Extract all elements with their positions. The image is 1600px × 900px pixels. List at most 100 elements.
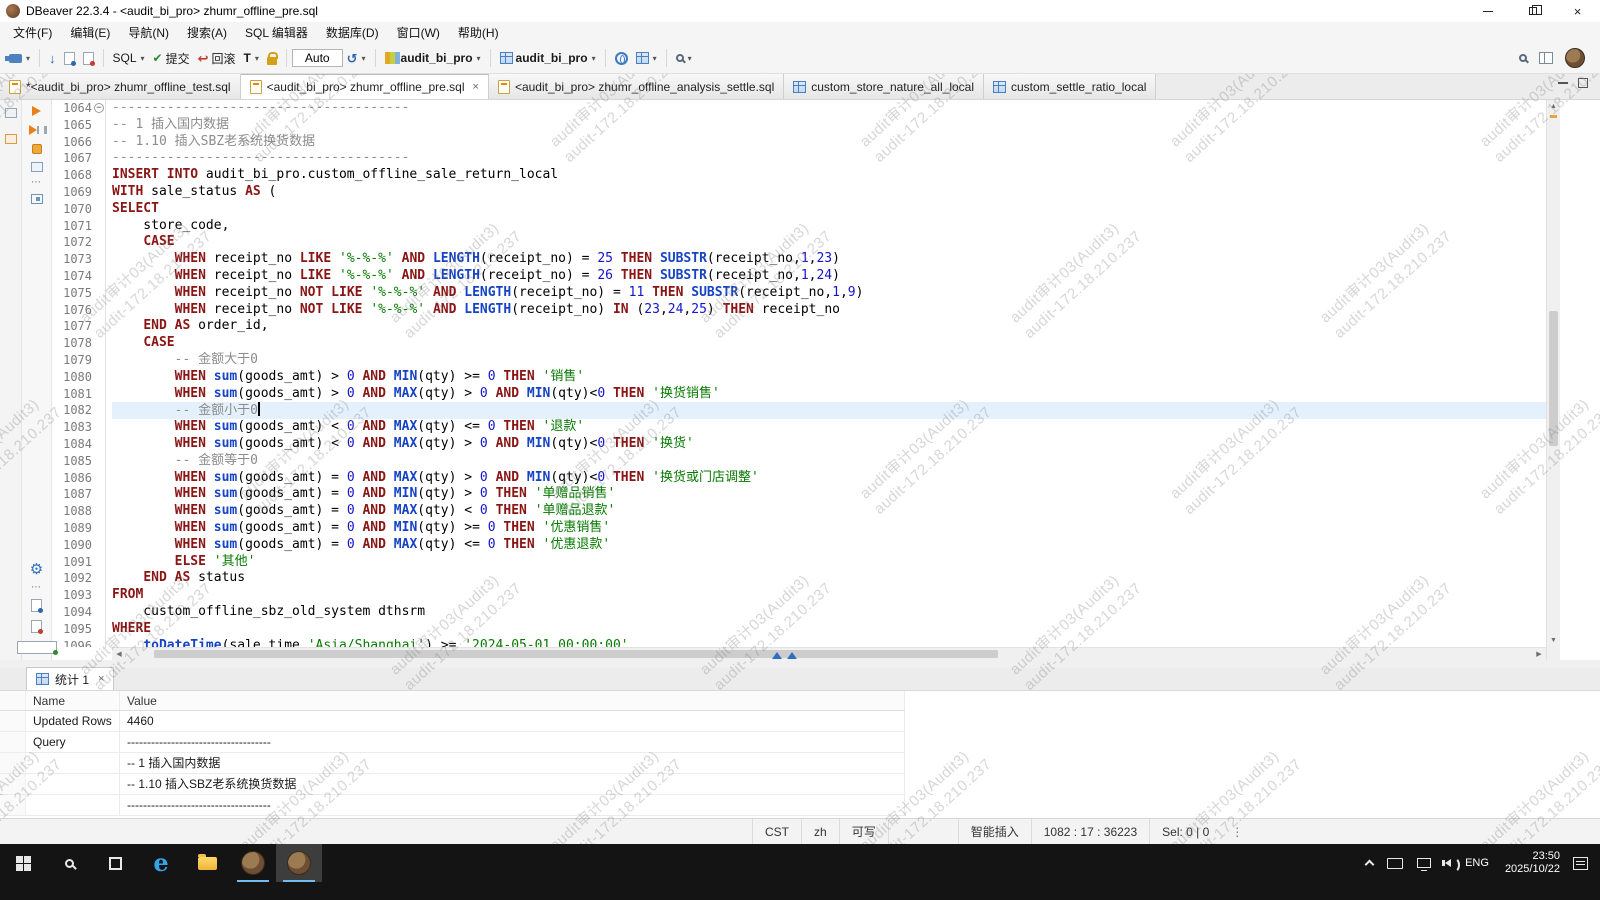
input-mode-indicator[interactable]: 智能插入 [958,819,1031,844]
globe-button[interactable] [611,50,632,67]
code-line[interactable]: 1075 WHEN receipt_no NOT LIKE '%-%-%' AN… [52,285,1546,302]
schema-selector[interactable]: audit_bi_pro▾ [496,49,600,67]
h-scroll-thumb[interactable] [154,650,998,658]
maximize-view-icon[interactable] [1578,78,1588,88]
menu-item[interactable]: 帮助(H) [449,24,508,41]
code-line[interactable]: 1068INSERT INTO audit_bi_pro.custom_offl… [52,167,1546,184]
file-explorer-button[interactable] [184,844,230,882]
code-line[interactable]: 1096 toDateTime(sale_time,'Asia/Shanghai… [52,638,1546,648]
scroll-up-icon[interactable]: ▲ [1547,100,1560,113]
code-area[interactable]: 1064−-----------------------------------… [52,100,1546,647]
code-line[interactable]: 1085 -- 金额等于0 [52,453,1546,470]
transaction-mode-dropdown[interactable]: T▾ [240,49,263,67]
code-line[interactable]: 1074 WHEN receipt_no LIKE '%-%-%' AND LE… [52,268,1546,285]
editor-tab[interactable]: <audit_bi_pro> zhumr_offline_analysis_se… [489,74,784,99]
horizontal-scrollbar[interactable]: ◀ ▶ [112,647,1546,660]
execute-statement-icon[interactable] [32,106,41,116]
new-sql-button[interactable] [60,50,79,67]
more-actions-icon[interactable]: ⋯ [31,180,42,186]
task-view-button[interactable] [92,844,138,882]
taskbar-clock[interactable]: 23:50 2025/10/22 [1496,850,1569,876]
input-language-indicator[interactable]: ENG [1458,857,1496,869]
code-line[interactable]: 1093FROM [52,587,1546,604]
code-line[interactable]: 1092 END AS status [52,570,1546,587]
code-line[interactable]: 1073 WHEN receipt_no LIKE '%-%-%' AND LE… [52,251,1546,268]
touch-keyboard-button[interactable] [1380,844,1410,882]
script-output-icon[interactable] [17,641,57,654]
code-line[interactable]: 1076 WHEN receipt_no NOT LIKE '%-%-%' AN… [52,302,1546,319]
action-center-icon[interactable] [1573,857,1588,870]
dbeaver-taskbar-button[interactable] [230,844,276,882]
statusbar-overflow-icon[interactable]: ⋮ [1221,819,1253,844]
code-line[interactable]: 1082 -- 金额小于0 [52,402,1546,419]
editor-tab[interactable]: *<audit_bi_pro> zhumr_offline_test.sql [0,74,241,99]
menu-item[interactable]: 导航(N) [119,24,178,41]
dbeaver-taskbar-button-active[interactable] [276,844,322,882]
editor-tab[interactable]: custom_store_nature_all_local [784,74,984,99]
quick-search-icon[interactable] [1519,54,1527,62]
menu-item[interactable]: 编辑(E) [61,24,119,41]
code-line[interactable]: 1080 WHEN sum(goods_amt) > 0 AND MIN(qty… [52,369,1546,386]
code-line[interactable]: 1084 WHEN sum(goods_amt) < 0 AND MAX(qty… [52,436,1546,453]
editor-tab[interactable]: custom_settle_ratio_local [984,74,1156,99]
network-button[interactable] [1410,844,1438,882]
v-scroll-track[interactable] [1547,113,1560,634]
timezone-indicator[interactable]: CST [752,819,801,844]
save-file-icon[interactable] [31,620,42,633]
caret-position-indicator[interactable]: 1082 : 17 : 36223 [1031,819,1149,844]
code-line[interactable]: 1067------------------------------------… [52,150,1546,167]
minimize-view-icon[interactable] [1558,82,1568,84]
column-header-name[interactable]: Name [26,691,120,710]
explain-plan-icon[interactable] [32,144,42,154]
scroll-down-icon[interactable]: ▼ [1547,634,1560,647]
edge-button[interactable]: e [138,844,184,882]
restore-button[interactable] [1510,0,1555,22]
code-line[interactable]: 1072 CASE [52,234,1546,251]
column-header-value[interactable]: Value [120,691,905,710]
menu-item[interactable]: 搜索(A) [178,24,236,41]
transaction-log-button[interactable]: ↺▾ [343,50,370,67]
split-handle[interactable] [772,652,797,659]
code-line[interactable]: 1083 WHEN sum(goods_amt) < 0 AND MAX(qty… [52,419,1546,436]
tray-expand-button[interactable] [1359,844,1380,882]
search-dropdown[interactable]: ▾ [672,52,696,65]
v-scroll-thumb[interactable] [1549,311,1558,446]
restore-views-icon[interactable] [5,108,17,118]
code-line[interactable]: 1064−-----------------------------------… [52,100,1546,117]
more-options-icon[interactable]: ⋯ [31,585,42,591]
gear-icon[interactable]: ⚙ [30,562,43,577]
statistics-tab[interactable]: 统计 1 × [26,667,114,690]
start-button[interactable] [0,844,46,882]
menu-item[interactable]: 文件(F) [4,24,61,41]
export-data-icon[interactable] [31,194,43,204]
taskbar-search-button[interactable] [46,844,92,882]
query-plan-icon[interactable] [31,162,43,172]
code-line[interactable]: 1086 WHEN sum(goods_amt) = 0 AND MAX(qty… [52,470,1546,487]
code-line[interactable]: 1079 -- 金额大于0 [52,352,1546,369]
code-line[interactable]: 1091 ELSE '其他' [52,554,1546,571]
code-line[interactable]: 1088 WHEN sum(goods_amt) = 0 AND MAX(qty… [52,503,1546,520]
menu-item[interactable]: SQL 编辑器 [236,24,317,41]
sql-dialect-dropdown[interactable]: SQL▾ [109,49,149,67]
code-line[interactable]: 1070SELECT [52,201,1546,218]
close-button[interactable]: × [1555,0,1600,22]
panel-splitter[interactable] [0,660,1600,668]
navigator-shortcut-icon[interactable] [5,134,17,144]
code-line[interactable]: 1081 WHEN sum(goods_amt) > 0 AND MAX(qty… [52,386,1546,403]
writable-indicator[interactable]: 可写 [839,819,888,844]
table-row[interactable]: Query-----------------------------------… [0,732,905,753]
rollback-button[interactable]: ↩回滚 [194,48,240,69]
table-row[interactable]: -- 1.10 插入SBZ老系统换货数据 [0,774,905,795]
table-row[interactable]: ------------------------------------ [0,795,905,816]
open-file-icon[interactable] [31,599,42,612]
connection-selector[interactable]: audit_bi_pro▾ [381,49,485,67]
code-line[interactable]: 1090 WHEN sum(goods_amt) = 0 AND MAX(qty… [52,537,1546,554]
code-line[interactable]: 1065-- 1 插入国内数据 [52,117,1546,134]
auto-commit-select[interactable]: Auto [292,49,343,67]
code-line[interactable]: 1094 custom_offline_sbz_old_system dthsr… [52,604,1546,621]
scroll-right-icon[interactable]: ▶ [1532,650,1546,658]
results-grid-dropdown[interactable]: ▾ [632,50,661,66]
editor-tab[interactable]: <audit_bi_pro> zhumr_offline_pre.sql× [241,74,489,99]
code-line[interactable]: 1095WHERE [52,621,1546,638]
menu-item[interactable]: 窗口(W) [388,24,449,41]
